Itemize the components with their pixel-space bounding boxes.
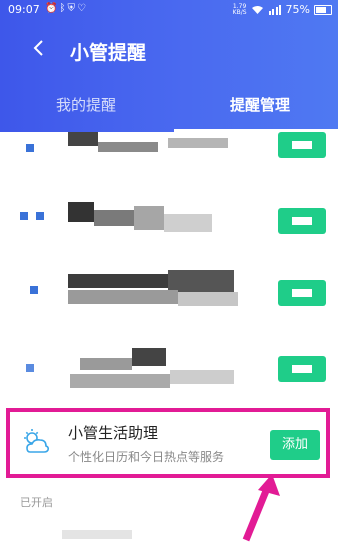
header: 09:07 ⏰ᛒ⛨♡ 1.79 KB/S 75% 小管提醒 我的提醒 提醒管理 (0, 0, 338, 132)
item-icon (20, 212, 28, 220)
enable-button[interactable] (278, 280, 326, 306)
blurred-text (132, 348, 166, 366)
blurred-text (94, 210, 134, 226)
status-icons: ⏰ᛒ⛨♡ (45, 3, 88, 14)
enable-button[interactable] (278, 132, 326, 158)
back-arrow-icon[interactable] (30, 36, 48, 60)
item-icon (30, 286, 38, 294)
blurred-text (68, 132, 98, 146)
status-right: 1.79 KB/S 75% (233, 3, 332, 16)
status-bar: 09:07 ⏰ᛒ⛨♡ 1.79 KB/S 75% (0, 0, 338, 22)
tab-reminder-management[interactable]: 提醒管理 (230, 94, 290, 115)
item-icon (26, 364, 34, 372)
blurred-text (164, 214, 212, 232)
blurred-text (70, 374, 170, 388)
status-time: 09:07 (8, 3, 40, 16)
battery-icon (314, 4, 332, 15)
blurred-text (68, 202, 94, 222)
vpn-icon: ♡ (76, 3, 88, 14)
tab-my-reminders[interactable]: 我的提醒 (56, 94, 116, 115)
blurred-text (80, 358, 132, 370)
list-item (0, 196, 338, 266)
battery-percent: 75% (285, 3, 310, 16)
blurred-text (68, 274, 168, 288)
blurred-text (168, 138, 228, 148)
network-speed-unit: KB/S (232, 8, 247, 16)
network-speed: 1.79 KB/S (232, 3, 247, 16)
blurred-text (178, 292, 238, 306)
enable-button[interactable] (278, 356, 326, 382)
list-item (0, 266, 338, 336)
signal-icon (268, 4, 281, 15)
blurred-text (134, 206, 164, 230)
item-icon (26, 144, 34, 152)
wifi-icon (251, 5, 263, 14)
app-bar: 小管提醒 (0, 32, 338, 72)
list-item (0, 340, 338, 410)
shield-icon: ⛨ (67, 3, 77, 14)
highlight-box (6, 408, 330, 478)
list-item (0, 132, 338, 202)
alarm-icon: ⏰ (45, 3, 60, 14)
tab-bar: 我的提醒 提醒管理 (0, 90, 338, 132)
enable-button[interactable] (278, 208, 326, 234)
section-label-enabled: 已开启 (20, 496, 53, 509)
blurred-text (168, 270, 234, 292)
blurred-text (98, 142, 158, 152)
blurred-text (170, 370, 234, 384)
blurred-text (68, 290, 178, 304)
item-icon (36, 212, 44, 220)
pointer-arrow-icon (242, 474, 280, 542)
blurred-text (62, 530, 132, 539)
page-title: 小管提醒 (70, 42, 147, 64)
